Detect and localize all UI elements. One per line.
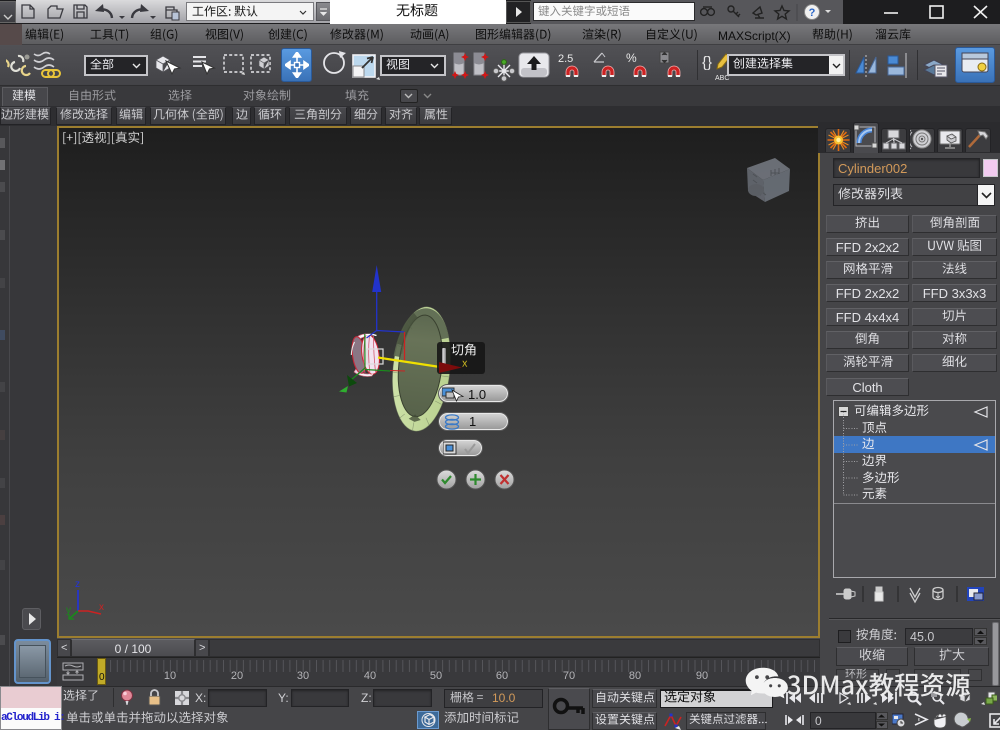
svg-text:x: x (99, 602, 104, 613)
svg-text:ABC: ABC (715, 75, 729, 82)
svg-text:{}: {} (702, 54, 712, 71)
svg-text:2.5: 2.5 (558, 53, 573, 65)
svg-text:y: y (66, 605, 71, 616)
svg-text:?: ? (809, 7, 816, 19)
svg-text:z: z (75, 579, 80, 590)
svg-text:%: % (626, 51, 637, 65)
